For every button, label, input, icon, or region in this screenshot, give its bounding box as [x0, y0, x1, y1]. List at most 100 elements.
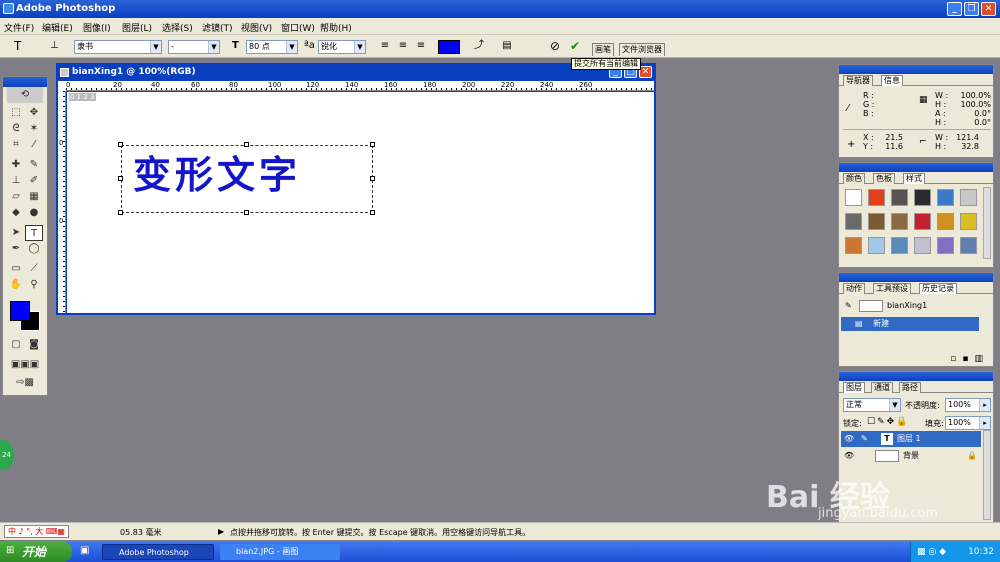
eyedropper-tool-icon[interactable]: ⟋ — [25, 261, 43, 277]
quickmask-mode-icon[interactable]: ◙ — [25, 337, 43, 353]
blend-mode-select[interactable]: 正常 ▼ — [843, 398, 901, 412]
transform-handle[interactable] — [118, 142, 123, 147]
style-swatch[interactable] — [937, 213, 954, 230]
jump-to-imageready-icon[interactable]: ⇨▩ — [7, 375, 43, 391]
eraser-tool-icon[interactable]: ▱ — [7, 189, 25, 205]
tab-file-browser[interactable]: 文件浏览器 — [619, 43, 665, 56]
history-snapshot[interactable]: ✎ bianXing1 — [839, 297, 981, 315]
magic-wand-tool-icon[interactable]: ✶ — [25, 121, 43, 137]
layer-row-background[interactable]: 👁 背景 🔒 — [841, 448, 981, 464]
styles-scrollbar[interactable] — [983, 187, 991, 259]
move-tool-icon[interactable]: ✥ — [25, 105, 43, 121]
style-swatch[interactable] — [868, 189, 885, 206]
fill-input[interactable]: 100% ▸ — [945, 416, 991, 430]
marquee-tool-icon[interactable]: ⬚ — [7, 105, 25, 121]
healing-brush-tool-icon[interactable]: ✚ — [7, 157, 25, 173]
restore-button[interactable]: ❐ — [964, 2, 979, 16]
font-family-select[interactable]: 隶书 ▼ — [74, 40, 162, 54]
transform-handle[interactable] — [370, 142, 375, 147]
font-size-select[interactable]: 80 点 ▼ — [246, 40, 298, 54]
align-right-icon[interactable]: ≡ — [414, 39, 428, 53]
transform-handle[interactable] — [118, 210, 123, 215]
menu-view[interactable]: 视图(V) — [241, 21, 272, 34]
blur-tool-icon[interactable]: ◆ — [7, 205, 25, 221]
menu-layer[interactable]: 图层(L) — [122, 21, 152, 34]
text-color-swatch[interactable] — [438, 40, 460, 54]
style-swatch[interactable] — [914, 213, 931, 230]
tab-layers[interactable]: 图层 — [843, 382, 865, 393]
task-paint[interactable]: bian2.JPG - 画图 — [220, 544, 340, 560]
antialias-select[interactable]: 锐化 ▼ — [318, 40, 366, 54]
tab-history[interactable]: 历史记录 — [919, 283, 957, 294]
tab-brushes[interactable]: 画笔 — [592, 43, 614, 56]
gradient-tool-icon[interactable]: ▦ — [25, 189, 43, 205]
hand-tool-icon[interactable]: ✋ — [7, 277, 25, 293]
menu-select[interactable]: 选择(S) — [162, 21, 193, 34]
transform-handle[interactable] — [244, 210, 249, 215]
tab-info[interactable]: 信息 — [881, 75, 903, 86]
warped-text-layer[interactable]: 变形文字 — [133, 144, 301, 199]
minimize-button[interactable]: _ — [947, 2, 962, 16]
transform-handle[interactable] — [118, 176, 123, 181]
tab-paths[interactable]: 路径 — [899, 382, 921, 393]
tab-color[interactable]: 颜色 — [843, 173, 865, 184]
align-left-icon[interactable]: ≡ — [378, 39, 392, 53]
style-swatch[interactable] — [960, 213, 977, 230]
standard-mode-icon[interactable]: ▢ — [7, 337, 25, 353]
palettes-icon[interactable]: ▤ — [500, 39, 514, 53]
type-tool-icon[interactable]: T — [14, 39, 21, 53]
pen-tool-icon[interactable]: ✒ — [7, 241, 25, 257]
foreground-color-swatch[interactable] — [10, 301, 30, 321]
menu-edit[interactable]: 编辑(E) — [42, 21, 73, 34]
tray-icons[interactable]: ▩ ◎ ◆ — [917, 542, 946, 562]
crop-tool-icon[interactable]: ⌗ — [7, 137, 25, 153]
style-swatch[interactable] — [914, 189, 931, 206]
style-swatch[interactable] — [845, 213, 862, 230]
tab-styles[interactable]: 样式 — [903, 173, 925, 184]
style-swatch[interactable] — [868, 213, 885, 230]
opacity-input[interactable]: 100% ▸ — [945, 398, 991, 412]
warp-text-icon[interactable]: ⤴ — [472, 39, 486, 53]
style-swatch[interactable] — [845, 237, 862, 254]
lock-icons[interactable]: ☐✎✥🔒 — [867, 417, 909, 427]
shape-tool-icon[interactable]: ◯ — [25, 241, 43, 257]
ime-toolbar[interactable]: 中 ♪ °, 大 ⌨▦ — [4, 525, 69, 538]
history-footer-icons[interactable]: ▫▪▥ — [950, 354, 989, 364]
tab-navigator[interactable]: 导航器 — [843, 75, 873, 86]
menu-image[interactable]: 图像(I) — [83, 21, 111, 34]
commit-edit-icon[interactable]: ✔ — [568, 39, 582, 53]
tab-actions[interactable]: 动作 — [843, 283, 865, 294]
close-button[interactable]: ✕ — [981, 2, 996, 16]
style-swatch[interactable] — [891, 237, 908, 254]
visibility-eye-icon[interactable]: 👁 — [844, 448, 854, 464]
style-swatch[interactable] — [845, 189, 862, 206]
cancel-edit-icon[interactable]: ⊘ — [548, 39, 562, 53]
style-swatch[interactable] — [937, 189, 954, 206]
history-state[interactable]: ▤ 新建 — [841, 317, 979, 331]
notes-tool-icon[interactable]: ▭ — [7, 261, 25, 277]
style-swatch[interactable] — [914, 237, 931, 254]
style-swatch[interactable] — [937, 237, 954, 254]
history-brush-tool-icon[interactable]: ✐ — [25, 173, 43, 189]
menu-help[interactable]: 帮助(H) — [320, 21, 352, 34]
quicklaunch-icon[interactable]: ▣ — [80, 545, 89, 556]
zoom-tool-icon[interactable]: ⚲ — [25, 277, 43, 293]
transform-handle[interactable] — [370, 210, 375, 215]
type-tool-active-icon[interactable]: T — [25, 225, 43, 241]
tab-tool-presets[interactable]: 工具预设 — [873, 283, 911, 294]
slice-tool-icon[interactable]: ⁄ — [25, 137, 43, 153]
tab-swatches[interactable]: 色板 — [873, 173, 895, 184]
clone-stamp-tool-icon[interactable]: ⊥ — [7, 173, 25, 189]
style-swatch[interactable] — [868, 237, 885, 254]
menu-filter[interactable]: 滤镜(T) — [202, 21, 233, 34]
align-center-icon[interactable]: ≡ — [396, 39, 410, 53]
lasso-tool-icon[interactable]: ᘓ — [7, 121, 25, 137]
style-swatch[interactable] — [960, 189, 977, 206]
transform-handle[interactable] — [370, 176, 375, 181]
text-orientation-icon[interactable]: ⊥ — [50, 39, 59, 53]
brush-tool-icon[interactable]: ✎ — [25, 157, 43, 173]
visibility-eye-icon[interactable]: 👁 — [844, 431, 854, 447]
task-photoshop[interactable]: Adobe Photoshop — [102, 544, 214, 560]
style-swatch[interactable] — [960, 237, 977, 254]
ruler-origin[interactable] — [58, 81, 66, 91]
